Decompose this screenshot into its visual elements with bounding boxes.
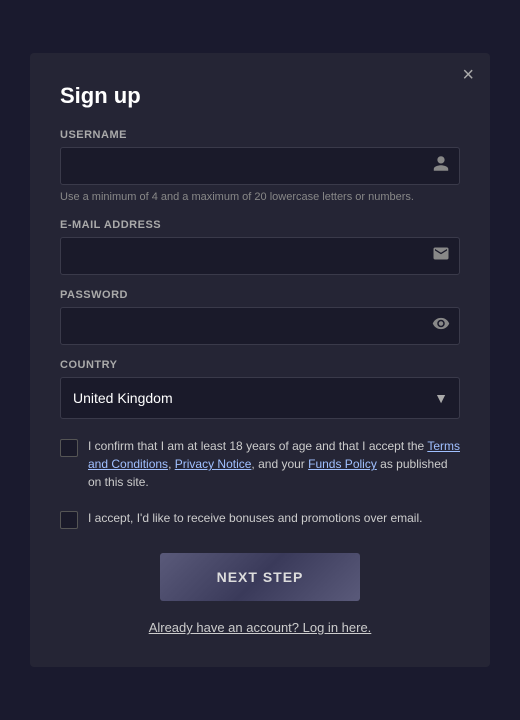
email-field-wrapper (60, 237, 460, 275)
login-link[interactable]: Already have an account? Log in here. (149, 620, 372, 635)
country-label: COUNTRY (60, 359, 460, 371)
email-input[interactable] (60, 237, 460, 275)
password-field-wrapper (60, 307, 460, 345)
modal-title: Sign up (60, 83, 460, 109)
terms-link[interactable]: Terms and Conditions (88, 439, 460, 471)
promotions-label: I accept, I'd like to receive bonuses an… (88, 509, 422, 527)
country-select[interactable]: United Kingdom United States Canada Aust… (60, 377, 460, 419)
terms-checkbox[interactable] (60, 439, 78, 457)
terms-label: I confirm that I am at least 18 years of… (88, 437, 460, 491)
next-step-button[interactable]: NEXT STEP (160, 553, 360, 601)
terms-checkbox-row: I confirm that I am at least 18 years of… (60, 437, 460, 491)
signup-modal: × Sign up USERNAME Use a minimum of 4 an… (30, 53, 490, 667)
email-label: E-MAIL ADDRESS (60, 219, 460, 231)
promotions-checkbox-row: I accept, I'd like to receive bonuses an… (60, 509, 460, 529)
username-hint: Use a minimum of 4 and a maximum of 20 l… (60, 190, 460, 205)
eye-icon[interactable] (432, 315, 450, 338)
country-select-wrapper: United Kingdom United States Canada Aust… (60, 377, 460, 419)
promotions-checkbox[interactable] (60, 511, 78, 529)
password-label: PASSWORD (60, 289, 460, 301)
close-button[interactable]: × (462, 65, 474, 85)
password-input[interactable] (60, 307, 460, 345)
username-input[interactable] (60, 147, 460, 185)
funds-policy-link[interactable]: Funds Policy (308, 457, 377, 471)
privacy-link[interactable]: Privacy Notice (175, 457, 252, 471)
username-label: USERNAME (60, 129, 460, 141)
username-field-wrapper (60, 147, 460, 185)
login-link-container: Already have an account? Log in here. (60, 619, 460, 637)
